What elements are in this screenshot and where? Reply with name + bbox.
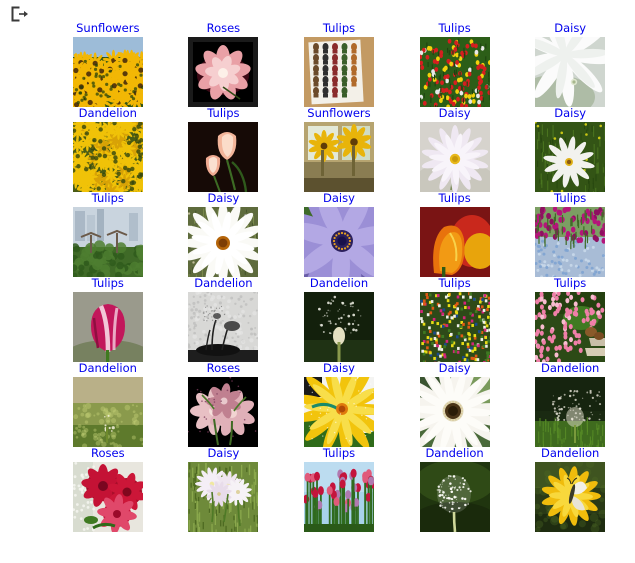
image-grid: Sunflowers Roses Tulips Tulips Daisy Dandelio… bbox=[0, 22, 635, 532]
grid-item: Dandelion bbox=[512, 362, 628, 447]
thumbnail-supertree-grove[interactable] bbox=[72, 207, 143, 277]
image-label-link[interactable]: Daisy bbox=[207, 447, 239, 461]
grid-item: Tulips bbox=[50, 277, 166, 362]
image-label-link[interactable]: Daisy bbox=[323, 362, 355, 376]
grid-item: Tulips bbox=[281, 447, 397, 532]
grid-item: Tulips bbox=[397, 22, 513, 107]
image-label-link[interactable]: Tulips bbox=[92, 277, 124, 291]
grid-item: Tulips bbox=[50, 192, 166, 277]
thumbnail-english-daisies-lawn[interactable] bbox=[188, 462, 259, 532]
toolbar bbox=[0, 0, 635, 22]
grid-item: Daisy bbox=[512, 107, 628, 192]
grid-item: Dandelion bbox=[166, 277, 282, 362]
image-label-link[interactable]: Sunflowers bbox=[76, 22, 139, 36]
thumbnail-dandelion-seedhead-dark[interactable] bbox=[303, 292, 374, 362]
thumbnail-daisy-meadow[interactable] bbox=[188, 207, 259, 277]
thumbnail-dandelion-field-bokeh[interactable] bbox=[72, 377, 143, 447]
grid-item: Dandelion bbox=[397, 447, 513, 532]
grid-item: Tulips bbox=[281, 22, 397, 107]
grid-item: Daisy bbox=[397, 107, 513, 192]
thumbnail-sunflower-field[interactable] bbox=[72, 37, 143, 107]
grid-item: Daisy bbox=[281, 362, 397, 447]
grid-item: Tulips bbox=[166, 107, 282, 192]
grid-item: Sunflowers bbox=[281, 107, 397, 192]
grid-item: Daisy bbox=[512, 22, 628, 107]
image-label-link[interactable]: Daisy bbox=[439, 362, 471, 376]
thumbnail-red-roses-bouquet[interactable] bbox=[72, 462, 143, 532]
image-label-link[interactable]: Tulips bbox=[438, 22, 470, 36]
grid-item: Sunflowers bbox=[50, 22, 166, 107]
grid-item: Daisy bbox=[166, 192, 282, 277]
export-icon[interactable] bbox=[10, 6, 30, 22]
thumbnail-yellow-dandelion-cluster[interactable] bbox=[72, 122, 143, 192]
grid-item: Dandelion bbox=[281, 277, 397, 362]
grid-item: Daisy bbox=[166, 447, 282, 532]
image-label-link[interactable]: Tulips bbox=[438, 192, 470, 206]
grid-item: Dandelion bbox=[50, 362, 166, 447]
thumbnail-daisy-in-grass[interactable] bbox=[535, 122, 606, 192]
thumbnail-white-daisy-yellow-center[interactable] bbox=[419, 122, 490, 192]
thumbnail-dandelion-blowing-grass[interactable] bbox=[535, 377, 606, 447]
image-label-link[interactable]: Dandelion bbox=[425, 447, 483, 461]
grid-item: Roses bbox=[166, 362, 282, 447]
thumbnail-yellow-daisy-closeup[interactable] bbox=[303, 377, 374, 447]
image-label-link[interactable]: Daisy bbox=[207, 192, 239, 206]
grid-item: Roses bbox=[50, 447, 166, 532]
grid-item: Tulips bbox=[397, 192, 513, 277]
grid-item: Daisy bbox=[281, 192, 397, 277]
grid-item: Dandelion bbox=[50, 107, 166, 192]
image-label-link[interactable]: Daisy bbox=[323, 192, 355, 206]
grid-item: Tulips bbox=[512, 277, 628, 362]
image-label-link[interactable]: Roses bbox=[207, 362, 241, 376]
thumbnail-dandelion-puffball[interactable] bbox=[419, 462, 490, 532]
thumbnail-tulip-sticker-sheet[interactable] bbox=[303, 37, 374, 107]
image-label-link[interactable]: Dandelion bbox=[79, 107, 137, 121]
grid-item: Tulips bbox=[397, 277, 513, 362]
thumbnail-tulips-blue-sky[interactable] bbox=[303, 462, 374, 532]
thumbnail-red-tulip-field[interactable] bbox=[419, 37, 490, 107]
thumbnail-sunflowers-window[interactable] bbox=[303, 122, 374, 192]
image-label-link[interactable]: Roses bbox=[91, 447, 125, 461]
image-label-link[interactable]: Daisy bbox=[554, 22, 586, 36]
thumbnail-orange-tulip-closeup[interactable] bbox=[419, 207, 490, 277]
grid-item: Dandelion bbox=[512, 447, 628, 532]
image-label-link[interactable]: Tulips bbox=[554, 192, 586, 206]
thumbnail-dandelion-bw[interactable] bbox=[188, 292, 259, 362]
image-label-link[interactable]: Roses bbox=[207, 22, 241, 36]
image-label-link[interactable]: Tulips bbox=[438, 277, 470, 291]
thumbnail-purple-osteospermum[interactable] bbox=[303, 207, 374, 277]
grid-item: Roses bbox=[166, 22, 282, 107]
image-label-link[interactable]: Tulips bbox=[92, 192, 124, 206]
image-label-link[interactable]: Dandelion bbox=[79, 362, 137, 376]
grid-item: Daisy bbox=[397, 362, 513, 447]
thumbnail-roses-black-background[interactable] bbox=[188, 377, 259, 447]
image-label-link[interactable]: Tulips bbox=[554, 277, 586, 291]
image-label-link[interactable]: Dandelion bbox=[541, 362, 599, 376]
image-label-link[interactable]: Dandelion bbox=[310, 277, 368, 291]
image-label-link[interactable]: Daisy bbox=[554, 107, 586, 121]
thumbnail-pink-striped-tulip[interactable] bbox=[72, 292, 143, 362]
image-label-link[interactable]: Daisy bbox=[439, 107, 471, 121]
image-label-link[interactable]: Tulips bbox=[323, 447, 355, 461]
thumbnail-white-gerbera[interactable] bbox=[419, 377, 490, 447]
image-label-link[interactable]: Sunflowers bbox=[307, 107, 370, 121]
image-label-link[interactable]: Tulips bbox=[207, 107, 239, 121]
thumbnail-pink-tulip-garden-steps[interactable] bbox=[535, 292, 606, 362]
image-label-link[interactable]: Tulips bbox=[323, 22, 355, 36]
thumbnail-flower-market[interactable] bbox=[419, 292, 490, 362]
thumbnail-white-daisy-dewdrop[interactable] bbox=[535, 37, 606, 107]
thumbnail-butterfly-on-dandelion[interactable] bbox=[535, 462, 606, 532]
image-label-link[interactable]: Dandelion bbox=[541, 447, 599, 461]
grid-item: Tulips bbox=[512, 192, 628, 277]
image-label-link[interactable]: Dandelion bbox=[194, 277, 252, 291]
thumbnail-pink-rose-black-frame[interactable] bbox=[188, 37, 259, 107]
thumbnail-magenta-tulip-bed[interactable] bbox=[535, 207, 606, 277]
thumbnail-peach-tulips-dark[interactable] bbox=[188, 122, 259, 192]
